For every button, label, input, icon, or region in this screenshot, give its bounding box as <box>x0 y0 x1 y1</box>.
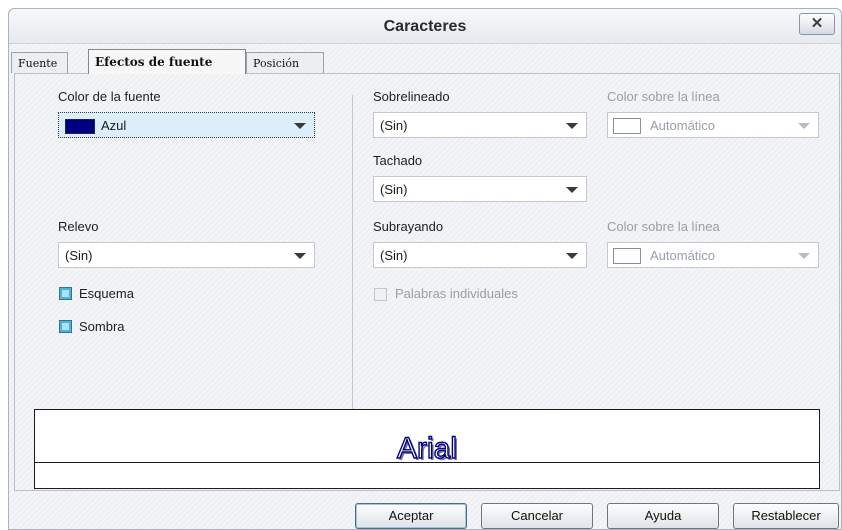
column-separator <box>352 95 353 413</box>
overline-select[interactable]: (Sin) <box>373 112 587 138</box>
chevron-down-icon <box>798 253 810 259</box>
tab-posicion[interactable]: Posición <box>246 52 324 73</box>
underline-color-value: Automático <box>650 248 716 263</box>
close-icon: ✕ <box>810 15 824 32</box>
reset-button[interactable]: Restablecer <box>733 503 839 529</box>
overline-color-label: Color sobre la línea <box>607 89 720 104</box>
close-button[interactable]: ✕ <box>799 13 835 35</box>
color-swatch <box>613 248 641 264</box>
strikethrough-label: Tachado <box>373 153 423 168</box>
relief-select[interactable]: (Sin) <box>58 242 315 268</box>
color-swatch <box>65 119 95 134</box>
chevron-down-icon <box>566 123 578 129</box>
chevron-down-icon <box>294 123 306 129</box>
overline-color-value: Automático <box>650 118 716 133</box>
individual-words-label: Palabras individuales <box>395 286 518 301</box>
chevron-down-icon <box>798 123 810 129</box>
individual-words-checkbox[interactable] <box>374 288 387 301</box>
font-color-value: Azul <box>101 118 127 133</box>
tab-label: Posición <box>253 57 300 70</box>
tab-label: Fuente <box>18 57 58 70</box>
background-strip <box>0 0 842 8</box>
outline-checkbox[interactable] <box>59 287 72 300</box>
tab-fuente[interactable]: Fuente <box>11 52 68 73</box>
cancel-button[interactable]: Cancelar <box>481 503 593 529</box>
font-preview: Arial <box>34 409 820 489</box>
shadow-checkbox[interactable] <box>59 320 72 333</box>
chevron-down-icon <box>294 253 306 259</box>
overline-value: (Sin) <box>380 118 408 133</box>
strikethrough-select[interactable]: (Sin) <box>373 176 587 202</box>
shadow-label: Sombra <box>79 319 125 334</box>
title-bar: Caracteres ✕ <box>9 9 841 44</box>
font-color-select[interactable]: Azul <box>58 112 315 138</box>
relief-value: (Sin) <box>65 248 93 263</box>
chevron-down-icon <box>566 187 578 193</box>
underline-select[interactable]: (Sin) <box>373 242 587 268</box>
color-swatch <box>613 118 641 134</box>
preview-text: Arial <box>396 431 457 465</box>
chevron-down-icon <box>566 253 578 259</box>
overline-color-select[interactable]: Automático <box>607 112 819 138</box>
tab-efectos-de-fuente[interactable]: Efectos de fuente <box>88 49 246 74</box>
ok-button[interactable]: Aceptar <box>355 503 467 529</box>
overline-label: Sobrelineado <box>373 89 450 104</box>
strikethrough-value: (Sin) <box>380 182 408 197</box>
relief-label: Relevo <box>58 219 99 234</box>
underline-color-select[interactable]: Automático <box>607 242 819 268</box>
dialog-title: Caracteres <box>383 18 467 35</box>
underline-value: (Sin) <box>380 248 408 263</box>
tab-label: Efectos de fuente <box>95 55 213 69</box>
underline-color-label: Color sobre la línea <box>607 219 720 234</box>
outline-label: Esquema <box>79 286 134 301</box>
underline-label: Subrayando <box>373 219 444 234</box>
help-button[interactable]: Ayuda <box>607 503 719 529</box>
font-color-label: Color de la fuente <box>58 89 161 104</box>
